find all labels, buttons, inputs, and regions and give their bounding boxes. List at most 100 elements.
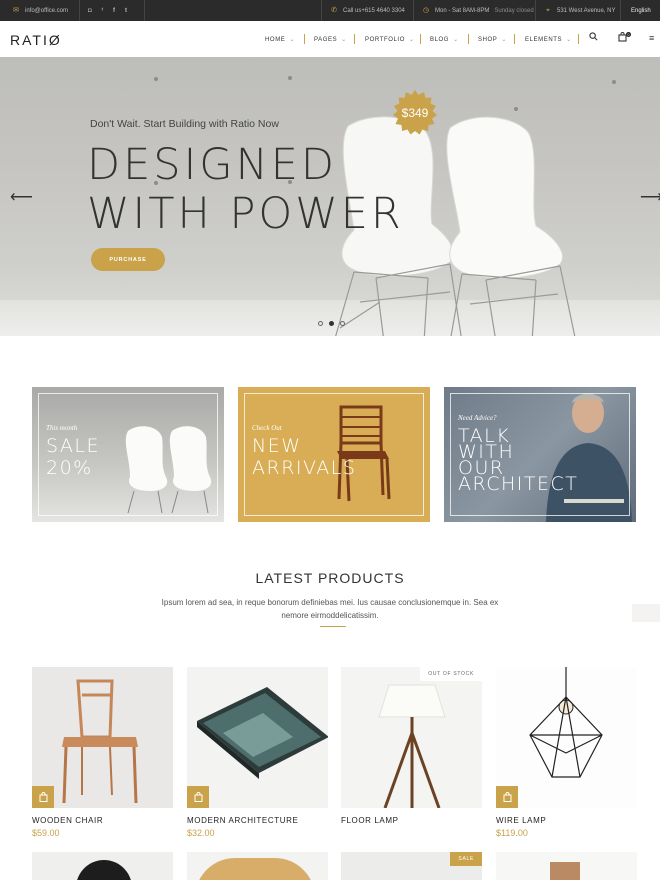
hero-slider: Don't Wait. Start Building with Ratio No…: [0, 57, 660, 336]
next-slide-arrow-icon[interactable]: ⟶: [640, 187, 660, 207]
product-name[interactable]: WIRE LAMP: [496, 816, 637, 825]
tumblr-icon[interactable]: t: [125, 8, 127, 14]
language-selector[interactable]: English: [631, 0, 651, 21]
wall-bolt: [154, 77, 158, 81]
divider: [413, 0, 414, 21]
hours-info: ◷ Mon - Sat 8AM-8PM Sunday closed: [422, 6, 534, 14]
search-icon[interactable]: [589, 32, 598, 44]
out-of-stock-badge: OUT OF STOCK: [420, 667, 482, 681]
wall-bolt: [612, 80, 616, 84]
nav-portfolio[interactable]: PORTFOLIO ⌄: [365, 36, 415, 43]
main-header: RATIØ HOME ⌄ PAGES ⌄ PORTFOLIO ⌄ BLOG ⌄ SHOP…: [0, 21, 660, 57]
nav-blog[interactable]: BLOG ⌄: [430, 36, 459, 43]
shopping-bag-icon: [194, 792, 202, 802]
chevron-down-icon: ⌄: [501, 37, 508, 43]
product-card[interactable]: OUT OF STOCK FLOOR LAMP: [341, 667, 482, 828]
product-card[interactable]: SALE: [341, 852, 482, 880]
product-card[interactable]: [32, 852, 173, 880]
mail-icon: ✉: [13, 6, 19, 14]
product-price: $119.00: [496, 828, 528, 838]
main-nav: HOME ⌄ PAGES ⌄ PORTFOLIO ⌄ BLOG ⌄ SHOP ⌄ ELEM…: [0, 21, 660, 57]
wire-lamp-image: [529, 667, 603, 778]
promo-architect[interactable]: Need Advice? TALK WITH OUR ARCHITECT: [444, 387, 636, 522]
nav-elements[interactable]: ELEMENTS ⌄: [525, 36, 572, 43]
divider: [144, 0, 145, 21]
product-price: $32.00: [187, 828, 215, 838]
wall-bolt: [514, 107, 518, 111]
chevron-down-icon: ⌄: [341, 37, 347, 43]
title-underline: [320, 626, 346, 627]
chevron-down-icon: ⌄: [408, 37, 415, 43]
prev-slide-arrow-icon[interactable]: ⟵: [10, 187, 33, 207]
nav-home[interactable]: HOME ⌄: [265, 36, 295, 43]
promo-new-arrivals[interactable]: Check Out NEW ARRIVALS: [238, 387, 430, 522]
facebook-icon[interactable]: f: [113, 8, 115, 14]
add-to-cart-button[interactable]: [32, 786, 54, 808]
product-price: $59.00: [32, 828, 60, 838]
location-pin-icon: ⌖: [546, 6, 550, 14]
add-to-cart-button[interactable]: [496, 786, 518, 808]
phone-info: ✆ Call us+615 4640 3304: [331, 6, 405, 14]
instagram-icon[interactable]: ◘: [88, 8, 92, 14]
wall-bolt: [288, 76, 292, 80]
product-image[interactable]: [496, 667, 637, 808]
slide-dot[interactable]: [340, 321, 345, 326]
chevron-down-icon: ⌄: [289, 37, 296, 43]
section-title: LATEST PRODUCTS: [255, 570, 405, 586]
product-name[interactable]: WOODEN CHAIR: [32, 816, 173, 825]
product-image: [76, 860, 132, 880]
product-name[interactable]: FLOOR LAMP: [341, 816, 482, 825]
product-card[interactable]: [187, 852, 328, 880]
purchase-button[interactable]: PURCHASE: [91, 248, 165, 271]
divider: [620, 0, 621, 21]
product-card[interactable]: MODERN ARCHITECTURE $32.00: [187, 667, 328, 838]
chevron-down-icon: ⌄: [566, 37, 572, 43]
divider: [468, 34, 469, 44]
nav-shop[interactable]: SHOP ⌄: [478, 36, 507, 43]
floor-lamp-image: [378, 684, 446, 808]
book-image: [197, 687, 328, 779]
product-image: [550, 862, 580, 880]
product-image[interactable]: [187, 667, 328, 808]
divider: [304, 34, 305, 44]
twitter-icon[interactable]: ᵗ: [102, 8, 103, 14]
cart-count-badge: 0: [626, 32, 631, 37]
hero-title: DESIGNED WITH POWER: [87, 140, 404, 239]
divider: [578, 34, 579, 44]
divider: [420, 34, 421, 44]
product-name[interactable]: MODERN ARCHITECTURE: [187, 816, 328, 825]
divider: [535, 0, 536, 21]
price-badge: $349: [392, 90, 438, 136]
address-info: ⌖ 531 West Avenue, NY: [544, 0, 615, 21]
slide-dot[interactable]: [318, 321, 323, 326]
divider: [79, 0, 80, 21]
menu-icon[interactable]: ≡: [649, 33, 654, 43]
promo-sale[interactable]: This month SALE 20%: [32, 387, 224, 522]
email-link[interactable]: ✉ info@office.com: [12, 0, 68, 21]
product-card[interactable]: WOODEN CHAIR $59.00: [32, 667, 173, 838]
social-links: ◘ ᵗ f t: [88, 0, 127, 21]
add-to-cart-button[interactable]: [187, 786, 209, 808]
product-image[interactable]: [32, 667, 173, 808]
slide-dot-active[interactable]: [329, 321, 334, 326]
sale-badge: SALE: [450, 852, 482, 866]
slider-dots: [318, 321, 345, 326]
section-description: Ipsum lorem ad sea, in reque bonorum def…: [161, 598, 499, 620]
product-image[interactable]: OUT OF STOCK: [341, 667, 482, 808]
side-panel-tab[interactable]: [632, 604, 660, 622]
top-bar: ✉ info@office.com ◘ ᵗ f t ✆ Call us+615 …: [0, 0, 660, 21]
chevron-down-icon: ⌄: [453, 37, 459, 43]
product-card[interactable]: WIRE LAMP $119.00: [496, 667, 637, 838]
shopping-bag-icon: [503, 792, 511, 802]
product-card[interactable]: [496, 852, 637, 880]
divider: [354, 34, 355, 44]
shopping-bag-icon: [39, 792, 47, 802]
divider: [514, 34, 515, 44]
clock-icon: ◷: [422, 6, 430, 14]
wooden-chair-image: [62, 679, 138, 804]
phone-icon: ✆: [331, 6, 337, 14]
hero-subtitle: Don't Wait. Start Building with Ratio No…: [90, 118, 279, 130]
divider: [321, 0, 322, 21]
product-image: [195, 858, 315, 880]
nav-pages[interactable]: PAGES ⌄: [314, 36, 347, 43]
